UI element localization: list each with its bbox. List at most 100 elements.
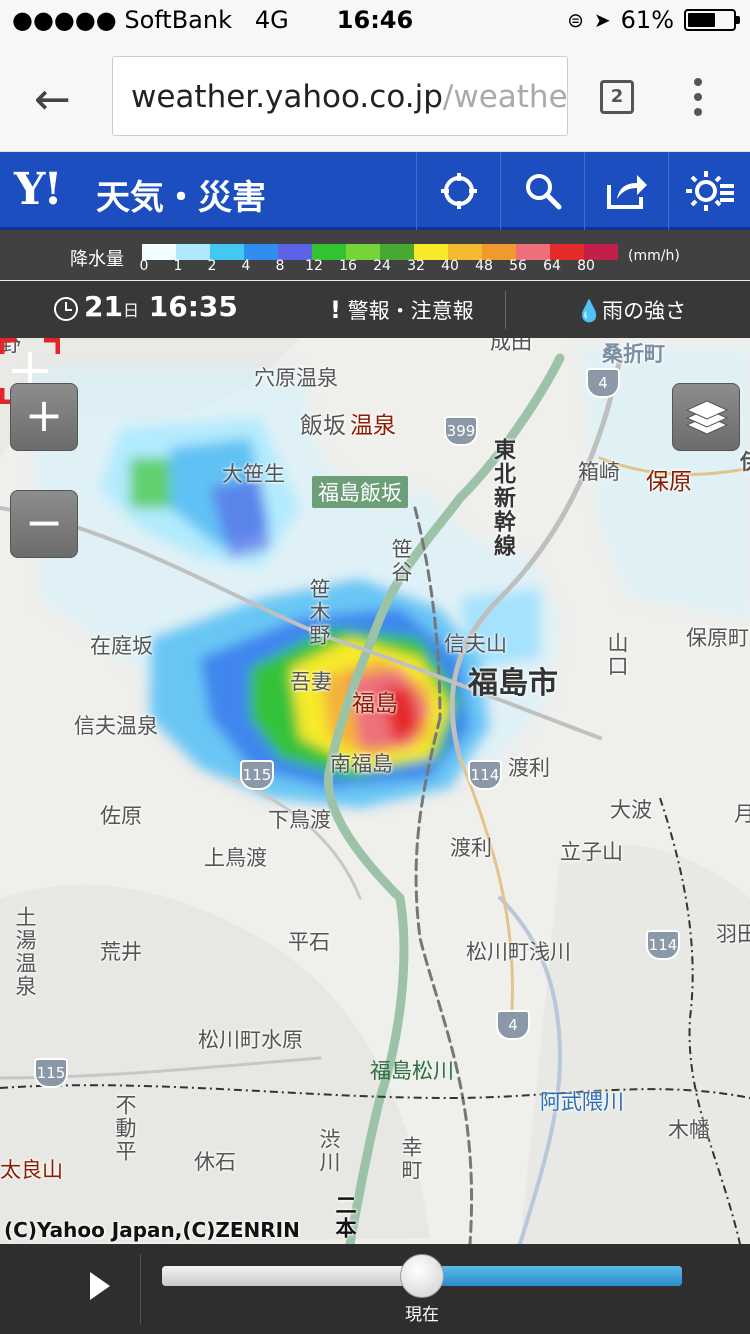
place-label: 大波 xyxy=(610,798,652,822)
legend-tick-label: 32 xyxy=(407,258,425,274)
location-arrow-icon: ➤ xyxy=(593,8,611,32)
place-label: 保原 xyxy=(646,469,692,495)
legend-tick-label: 8 xyxy=(275,258,285,274)
place-label: 佐原 xyxy=(100,804,142,828)
search-icon xyxy=(525,174,561,210)
warnings-button[interactable]: ! 警報・注意報 xyxy=(330,295,474,325)
place-label: 太良山 xyxy=(0,1158,63,1182)
clock-icon xyxy=(54,297,78,321)
url-host: weather.yahoo.co.jp xyxy=(131,79,443,115)
place-label: 月 xyxy=(734,802,750,826)
place-label: 渡利 xyxy=(508,756,550,780)
exclamation-icon: ! xyxy=(330,296,341,324)
weather-settings-button[interactable] xyxy=(668,152,750,230)
battery-icon xyxy=(684,9,740,31)
url-path: /weather/ xyxy=(442,79,568,115)
legend-tick-label: 4 xyxy=(241,258,251,274)
place-label: 桑折町 xyxy=(602,342,665,366)
legend-tick-label: 1 xyxy=(173,258,183,274)
rain-strength-button[interactable]: 💧雨の強さ xyxy=(576,295,686,325)
route-shield: 115 xyxy=(34,1058,68,1088)
place-label: 休石 xyxy=(194,1150,236,1174)
share-button[interactable] xyxy=(584,152,668,230)
legend-tick-label: 16 xyxy=(339,258,357,274)
legend-tick-label: 48 xyxy=(475,258,493,274)
route-shield: 114 xyxy=(646,930,680,960)
legend-tick-label: 24 xyxy=(373,258,391,274)
zoom-in-button[interactable]: + xyxy=(10,383,78,451)
station-label: 南福島 xyxy=(330,752,393,776)
city-label: 福島市 xyxy=(468,666,558,701)
place-label: 荒井 xyxy=(100,940,142,964)
route-shield: 399 xyxy=(444,416,478,446)
place-label: 笹木野 xyxy=(307,578,331,647)
station-label: 福島飯坂 xyxy=(312,476,408,508)
app-header: Y! 天気・災害 xyxy=(0,152,750,230)
place-label: 松川町浅川 xyxy=(466,940,571,964)
divider xyxy=(505,291,506,329)
legend-tick-label: 80 xyxy=(577,258,595,274)
rain-radar-map[interactable]: 穴原温泉 飯坂 温泉 福島飯坂 大笹生 箱崎 保原 保原町 笹谷 笹木野 在庭坂… xyxy=(0,338,750,1244)
battery-percent: 61% xyxy=(620,6,674,34)
place-label: 笹谷 xyxy=(389,538,413,584)
yahoo-logo[interactable]: Y! xyxy=(14,164,63,215)
play-icon[interactable] xyxy=(90,1272,110,1300)
place-label: 渋川 xyxy=(317,1128,341,1174)
divider xyxy=(140,1254,141,1324)
layers-icon xyxy=(685,400,729,435)
place-label: 木幡 xyxy=(668,1118,710,1142)
legend-tick-label: 56 xyxy=(509,258,527,274)
station-label: 福島松川 xyxy=(370,1059,454,1083)
place-label: 羽田 xyxy=(716,922,750,946)
route-shield: 114 xyxy=(468,760,502,790)
time-bar: 21日 16:35 ! 警報・注意報 💧雨の強さ xyxy=(0,281,750,338)
current-location-button[interactable] xyxy=(416,152,500,230)
search-button[interactable] xyxy=(500,152,584,230)
place-label: 下鳥渡 xyxy=(268,808,331,832)
place-label: 平石 xyxy=(288,930,330,954)
timeline-slider-handle[interactable] xyxy=(400,1254,444,1298)
map-copyright: (C)Yahoo Japan,(C)ZENRIN xyxy=(4,1218,300,1242)
place-label: 山口 xyxy=(605,632,629,678)
place-label: 成田 xyxy=(490,338,532,354)
legend-tick-label: 40 xyxy=(441,258,459,274)
legend-unit: (mm/h) xyxy=(628,248,680,264)
place-label: 飯坂 xyxy=(300,413,346,439)
place-label: 信夫温泉 xyxy=(74,714,158,738)
place-label: 渡利 xyxy=(450,836,492,860)
station-label: 吾妻 xyxy=(290,670,332,694)
legend-tick-label: 64 xyxy=(543,258,561,274)
place-label: 土湯温泉 xyxy=(13,906,37,998)
place-label: 立子山 xyxy=(560,840,623,864)
sun-icon xyxy=(685,171,734,211)
crosshair-icon xyxy=(440,173,477,209)
place-label: 伊 xyxy=(740,446,750,476)
route-shield: 4 xyxy=(586,368,620,398)
precipitation-legend: 降水量 0 1 2 4 8 12 16 24 32 40 48 56 64 80 (mm/h) xyxy=(0,230,750,280)
overflow-menu-icon[interactable] xyxy=(690,78,706,116)
zoom-out-button[interactable]: − xyxy=(10,490,78,558)
legend-tick-label: 12 xyxy=(305,258,323,274)
place-label: 温泉 xyxy=(350,413,396,439)
back-arrow-icon[interactable]: ← xyxy=(34,78,71,122)
url-field[interactable]: weather.yahoo.co.jp/weather/ xyxy=(112,56,568,136)
place-label: 上鳥渡 xyxy=(204,846,267,870)
place-label: 箱崎 xyxy=(578,460,620,484)
status-bar: ●●●●● SoftBank 4G 16:46 ⊜ ➤ 61% xyxy=(0,0,750,40)
place-label: 大笹生 xyxy=(222,462,285,486)
place-label: 穴原温泉 xyxy=(254,366,338,390)
layers-button[interactable] xyxy=(672,383,740,451)
legend-tick-label: 0 xyxy=(139,258,149,274)
route-shield: 115 xyxy=(240,760,274,790)
railway-label: 東北新幹線 xyxy=(490,438,515,558)
place-label: 松川町水原 xyxy=(198,1028,303,1052)
share-icon xyxy=(606,175,647,209)
browser-toolbar: ← weather.yahoo.co.jp/weather/ 2 xyxy=(0,40,750,152)
river-label: 阿武隈川 xyxy=(540,1090,624,1114)
station-label: 福島 xyxy=(352,691,398,717)
timeline-bar: 現在 xyxy=(0,1244,750,1334)
place-label: 二本 xyxy=(333,1194,357,1240)
place-label: 保原町 xyxy=(686,626,749,650)
page-title: 天気・災害 xyxy=(96,178,266,218)
tab-switcher-button[interactable]: 2 xyxy=(600,80,634,114)
